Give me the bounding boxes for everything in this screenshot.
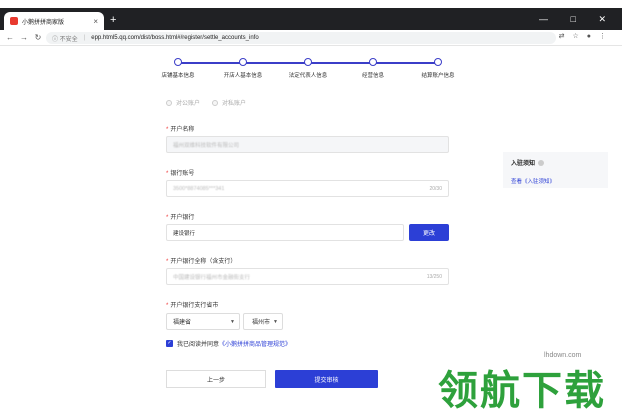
bank-no-label: * 银行账号 [166,168,194,177]
radio-public-account[interactable]: 对公账户 [166,98,200,107]
watermark-text: 领航下载 [438,368,606,414]
help-icon[interactable] [538,160,545,167]
radio-private-account[interactable]: 对私账户 [212,98,246,107]
browser-tab[interactable]: 小鹅拼拼商家版 × [4,12,104,30]
chevron-down-icon: ▼ [273,318,278,325]
field-value: 中国建设银行福州市金融街支行 [173,274,251,281]
label-text: 开户银行 [170,215,195,221]
browser-tab-bar: 小鹅拼拼商家版 × + — □ ✕ [0,8,622,30]
new-tab-button[interactable]: + [110,14,116,26]
agree-checkbox[interactable]: ✓ [166,340,173,347]
close-tab-icon[interactable]: × [93,17,98,26]
radio-circle-icon [212,99,218,106]
char-counter: 20/30 [429,185,442,192]
step-3: 法定代表人信息 [273,55,343,79]
city-select[interactable]: 福州市 ▼ [243,313,283,330]
security-indicator[interactable]: ⓘ 不安全 [52,34,78,43]
submit-review-button[interactable]: 提交审核 [275,370,378,388]
address-bar[interactable]: ⓘ 不安全 | epp.html5.qq.com/dist/boss.html#… [46,32,556,44]
bank-no-field[interactable]: 3500*8874085***341 20/30 [166,180,449,197]
required-mark: * [166,171,169,177]
agree-prefix: 我已阅读并同意 [177,342,220,348]
branch-label: * 开户银行全称（含支行） [166,256,236,265]
step-4: 经营信息 [338,55,408,79]
step-label: 经营信息 [361,73,384,79]
reload-icon[interactable]: ↻ [34,33,42,42]
required-mark: * [166,127,169,133]
step-label: 店铺基本信息 [161,73,195,79]
field-value: 3500*8874085***341 [173,185,225,192]
step-dot [434,58,442,66]
radio-label: 对公账户 [176,101,201,107]
url-text: epp.html5.qq.com/dist/boss.html#/registe… [91,35,259,41]
agreement-link[interactable]: 《小鹅拼拼商品管理规范》 [219,339,291,348]
notice-link[interactable]: 查看《入驻须知》 [511,177,600,185]
back-icon[interactable]: ← [6,33,14,42]
prev-step-button[interactable]: 上一步 [166,370,266,388]
region-label: * 开户银行支行省市 [166,300,218,309]
address-separator: | [83,35,86,41]
page: 小鹅拼拼商家版 × + — □ ✕ ← → ↻ ⓘ 不安全 | epp.html… [0,0,622,414]
progress-stepper: 店铺基本信息 开店人基本信息 法定代表人信息 经营信息 结算账户信息 [140,55,470,85]
notice-title-text: 入驻须知 [511,161,536,167]
agreement: ✓ 我已阅读并同意 《小鹅拼拼商品管理规范》 [166,339,291,348]
change-bank-button[interactable]: 更改 [409,224,449,241]
select-value: 福州市 [252,320,271,326]
step-dot [239,58,247,66]
radio-label: 对私账户 [222,101,247,107]
step-dot [304,58,312,66]
label-text: 银行账号 [170,171,195,177]
favicon-icon [10,17,18,25]
forward-icon[interactable]: → [20,33,28,42]
step-label: 法定代表人信息 [288,73,328,79]
select-value: 福建省 [173,320,192,326]
field-value: 福州双维科技软件有限公司 [173,142,240,149]
browser-toolbar: ← → ↻ ⓘ 不安全 | epp.html5.qq.com/dist/boss… [0,30,622,46]
account-name-field[interactable]: 福州双维科技软件有限公司 [166,136,449,153]
required-mark: * [166,303,169,309]
province-select[interactable]: 福建省 ▼ [166,313,240,330]
step-label: 结算账户信息 [421,73,455,79]
step-dot [369,58,377,66]
label-text: 开户名称 [170,127,195,133]
label-text: 开户银行支行省市 [170,303,219,309]
tab-title: 小鹅拼拼商家版 [22,19,65,26]
label-text: 开户银行全称（含支行） [170,259,237,265]
required-mark: * [166,259,169,265]
chevron-down-icon: ▼ [230,318,235,325]
notice-title: 入驻须知 [511,158,600,167]
radio-circle-icon [166,99,172,106]
watermark: 领航下载 lhdown.com [438,352,618,414]
watermark-site: lhdown.com [542,352,584,359]
toolbar-icons[interactable]: ⇄☆●⋮ [559,32,614,40]
account-name-label: * 开户名称 [166,124,194,133]
step-1: 店铺基本信息 [143,55,213,79]
field-value: 建设银行 [173,230,196,237]
security-label: 不安全 [59,36,78,43]
branch-field[interactable]: 中国建设银行福州市金融街支行 13/250 [166,268,449,285]
step-5: 结算账户信息 [403,55,473,79]
window-controls[interactable]: — □ ✕ [539,14,616,25]
bank-label: * 开户银行 [166,212,194,221]
step-dot [174,58,182,66]
step-2: 开店人基本信息 [208,55,278,79]
step-label: 开店人基本信息 [223,73,263,79]
bank-field[interactable]: 建设银行 [166,224,404,241]
char-counter: 13/250 [426,273,442,280]
required-mark: * [166,215,169,221]
notice-card: 入驻须知 查看《入驻须知》 [503,152,608,188]
